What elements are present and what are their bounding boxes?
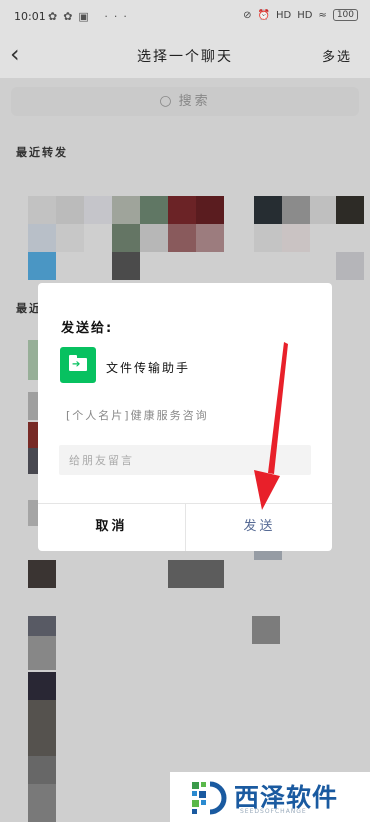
watermark: 西泽软件 SEEDSOFCHANGE <box>170 772 370 822</box>
shared-card-text: [个人名片]健康服务咨询 <box>66 409 209 422</box>
dialog-title: 发送给: <box>61 321 114 336</box>
folder-transfer-icon: ➔ <box>60 347 96 383</box>
red-arrow-icon <box>254 342 288 510</box>
watermark-logo-icon <box>192 781 227 815</box>
cancel-button[interactable]: 取消 <box>38 503 185 551</box>
recipient-name: 文件传输助手 <box>106 361 191 375</box>
watermark-sub: SEEDSOFCHANGE <box>240 808 307 815</box>
